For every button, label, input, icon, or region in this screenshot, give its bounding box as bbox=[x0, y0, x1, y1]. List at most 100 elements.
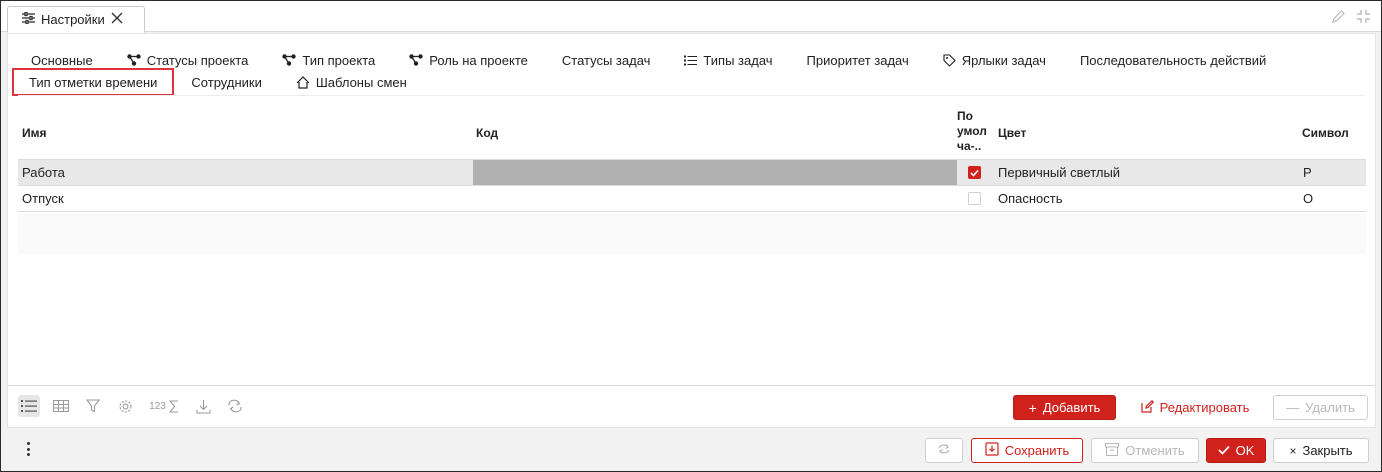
tabs-row-1: Основные Статусы проекта Тип проекта Роль н… bbox=[14, 48, 1283, 72]
save-icon bbox=[985, 442, 999, 459]
grid-header: Имя Код По умол ча-.. Цвет Символ bbox=[18, 109, 1366, 160]
cancel-button[interactable]: Отменить bbox=[1091, 438, 1199, 463]
tag-icon bbox=[943, 53, 956, 67]
tab-label: Статусы проекта bbox=[146, 52, 249, 68]
column-header-default[interactable]: По умол ча-.. bbox=[957, 109, 993, 154]
reload-icon bbox=[937, 443, 951, 458]
delete-button-label: Удалить bbox=[1305, 400, 1355, 415]
add-button[interactable]: + Добавить bbox=[1013, 395, 1116, 420]
tab-tabs_row2-0[interactable]: Тип отметки времени bbox=[12, 68, 175, 96]
column-header-name[interactable]: Имя bbox=[22, 126, 47, 140]
pencil-icon[interactable] bbox=[1331, 9, 1346, 27]
ok-button[interactable]: OK bbox=[1206, 438, 1266, 463]
document-tab-settings[interactable]: Настройки bbox=[7, 6, 145, 33]
cell-code[interactable] bbox=[473, 160, 957, 185]
tab-label: Ярлыки задач bbox=[961, 52, 1046, 68]
minus-icon: — bbox=[1286, 400, 1300, 415]
grid-empty-area bbox=[18, 214, 1366, 254]
tab-tabs_row1-3[interactable]: Роль на проекте bbox=[392, 48, 545, 72]
cell-name: Работа bbox=[22, 165, 65, 180]
list-view-icon[interactable] bbox=[18, 395, 40, 417]
tab-label: Сотрудники bbox=[191, 74, 262, 90]
close-x-icon: × bbox=[1289, 443, 1297, 458]
check-icon bbox=[970, 169, 979, 177]
reload-button[interactable] bbox=[925, 438, 963, 463]
document-tab-label: Настройки bbox=[41, 12, 105, 27]
title-bar-tools bbox=[1331, 9, 1371, 27]
tab-tabs_row1-8[interactable]: Последовательность действий bbox=[1063, 48, 1283, 72]
settings-panel: Основные Статусы проекта Тип проекта Роль н… bbox=[7, 33, 1376, 428]
archive-icon bbox=[1105, 442, 1120, 459]
time-mark-type-grid: Имя Код По умол ча-.. Цвет Символ Работа… bbox=[18, 109, 1366, 212]
cell-name: Отпуск bbox=[22, 191, 64, 206]
settings-window: Настройки Основные Статусы проекта Тип про… bbox=[0, 0, 1382, 472]
check-icon bbox=[1217, 443, 1230, 458]
cell-default[interactable] bbox=[968, 160, 981, 185]
default-checkbox[interactable] bbox=[968, 192, 981, 205]
tabs-divider bbox=[18, 95, 1365, 96]
close-button[interactable]: × Закрыть bbox=[1273, 438, 1369, 463]
tab-tabs_row1-5[interactable]: Типы задач bbox=[667, 48, 789, 72]
add-button-label: Добавить bbox=[1042, 400, 1101, 415]
download-icon[interactable] bbox=[192, 395, 214, 417]
tree-icon bbox=[282, 54, 297, 66]
column-header-symbol[interactable]: Символ bbox=[1302, 126, 1349, 140]
cell-color: Первичный светлый bbox=[998, 165, 1121, 180]
tab-label: Типы задач bbox=[703, 52, 773, 68]
table-row[interactable]: Отпуск Опасность О bbox=[18, 186, 1366, 212]
tree-icon bbox=[409, 54, 423, 66]
column-header-default-line2: умол bbox=[957, 124, 987, 138]
sliders-icon bbox=[22, 11, 35, 27]
edit-button[interactable]: Редактировать bbox=[1134, 395, 1256, 420]
tab-label: Основные bbox=[31, 52, 93, 68]
cancel-button-label: Отменить bbox=[1125, 443, 1185, 458]
tab-label: Последовательность действий bbox=[1079, 52, 1267, 68]
list-icon bbox=[684, 55, 698, 66]
cell-symbol: О bbox=[1303, 191, 1314, 206]
collapse-icon[interactable] bbox=[1356, 9, 1371, 27]
tab-tabs_row1-4[interactable]: Статусы задач bbox=[545, 48, 668, 72]
cell-color: Опасность bbox=[998, 191, 1063, 206]
tab-label: Роль на проекте bbox=[429, 52, 528, 68]
tabs-row-2: Тип отметки времени Сотрудники Шаблоны сме… bbox=[12, 68, 424, 96]
more-menu-icon[interactable] bbox=[25, 442, 31, 456]
filter-icon[interactable] bbox=[82, 395, 104, 417]
plus-icon: + bbox=[1028, 399, 1037, 416]
title-bar: Настройки bbox=[1, 1, 1381, 33]
tab-tabs_row2-1[interactable]: Сотрудники bbox=[174, 70, 278, 94]
cell-default[interactable] bbox=[968, 186, 981, 211]
edit-icon bbox=[1140, 399, 1154, 416]
tab-tabs_row1-6[interactable]: Приоритет задач bbox=[790, 48, 926, 72]
save-button[interactable]: Сохранить bbox=[971, 438, 1083, 463]
table-row[interactable]: Работа Первичный светлый Р bbox=[18, 160, 1366, 186]
column-header-default-line3: ча-.. bbox=[957, 139, 982, 153]
refresh-icon[interactable] bbox=[224, 395, 246, 417]
table-view-icon[interactable] bbox=[50, 395, 72, 417]
tree-icon bbox=[126, 54, 141, 66]
column-header-code[interactable]: Код bbox=[476, 126, 498, 140]
tab-tabs_row2-2[interactable]: Шаблоны смен bbox=[279, 70, 424, 94]
gear-icon[interactable] bbox=[114, 395, 136, 417]
cell-symbol: Р bbox=[1303, 165, 1312, 180]
edit-button-label: Редактировать bbox=[1159, 400, 1250, 415]
tab-label: Тип проекта bbox=[302, 52, 376, 68]
sum-icon-label: 123 bbox=[149, 400, 166, 412]
tab-label: Тип отметки времени bbox=[29, 74, 158, 90]
column-header-color[interactable]: Цвет bbox=[998, 126, 1026, 140]
default-checkbox[interactable] bbox=[968, 166, 981, 179]
cell-code[interactable] bbox=[473, 186, 957, 211]
tab-tabs_row1-2[interactable]: Тип проекта bbox=[265, 48, 392, 72]
tab-label: Статусы задач bbox=[561, 52, 651, 68]
delete-button[interactable]: — Удалить bbox=[1273, 395, 1368, 420]
close-icon[interactable] bbox=[111, 12, 123, 27]
tab-tabs_row1-7[interactable]: Ярлыки задач bbox=[926, 48, 1063, 72]
tab-label: Шаблоны смен bbox=[315, 74, 407, 90]
close-button-label: Закрыть bbox=[1302, 443, 1353, 458]
tab-label: Приоритет задач bbox=[806, 52, 909, 68]
grid-toolbar: 123 bbox=[18, 395, 246, 417]
grid-body: Работа Первичный светлый Р Отпуск Опасность О bbox=[18, 160, 1366, 212]
house-icon bbox=[296, 75, 310, 89]
sum-icon[interactable]: 123 bbox=[146, 395, 182, 417]
save-button-label: Сохранить bbox=[1004, 443, 1070, 458]
ok-button-label: OK bbox=[1235, 443, 1255, 458]
